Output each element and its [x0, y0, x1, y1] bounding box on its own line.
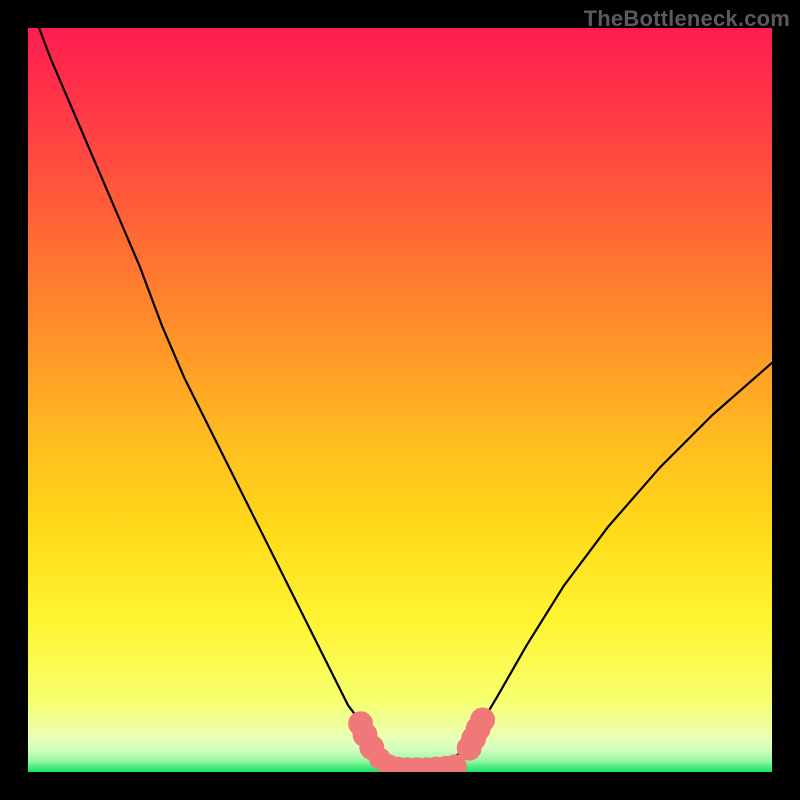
chart-svg — [28, 28, 772, 772]
gradient-bg — [28, 28, 772, 772]
plot-area — [28, 28, 772, 772]
watermark-text: TheBottleneck.com — [584, 6, 790, 32]
curve-marker — [470, 707, 495, 732]
outer-frame: TheBottleneck.com — [0, 0, 800, 800]
